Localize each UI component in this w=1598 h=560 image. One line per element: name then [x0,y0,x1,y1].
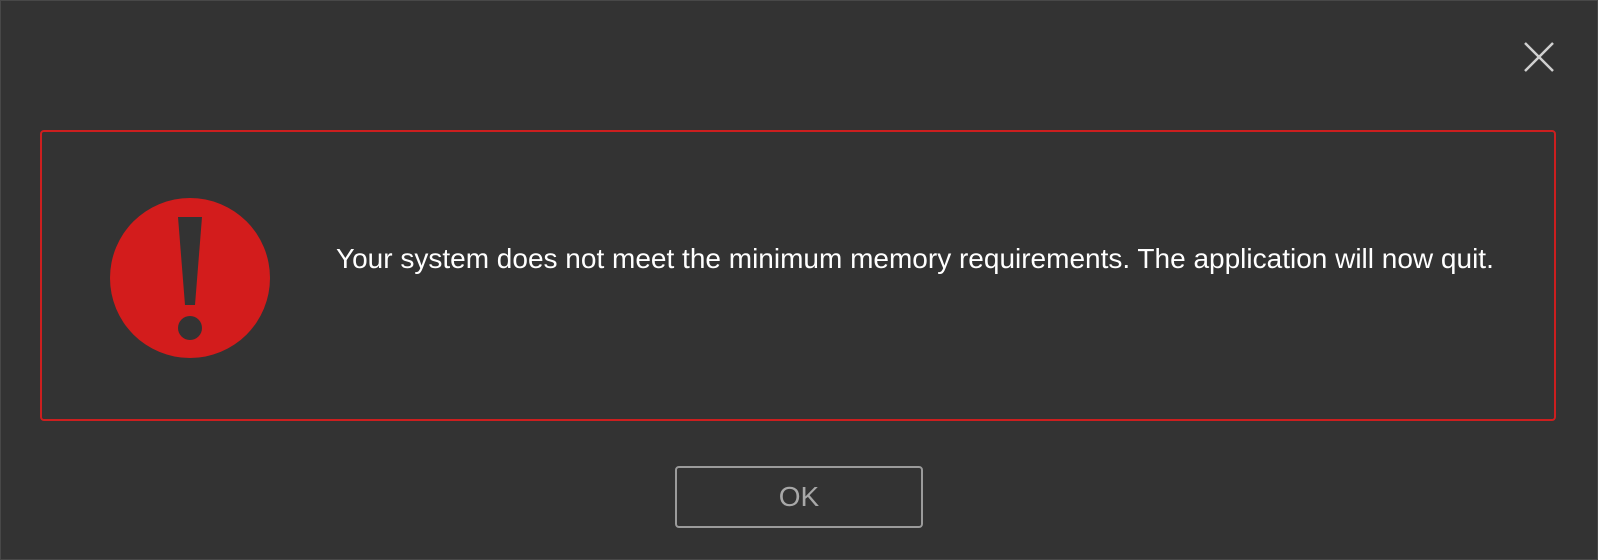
ok-button[interactable]: OK [675,466,923,528]
error-dialog: Your system does not meet the minimum me… [0,0,1598,560]
error-message: Your system does not meet the minimum me… [336,243,1494,274]
close-button[interactable] [1515,33,1563,81]
error-exclamation-icon [109,197,271,359]
close-icon [1524,42,1554,72]
alert-panel: Your system does not meet the minimum me… [40,130,1556,421]
